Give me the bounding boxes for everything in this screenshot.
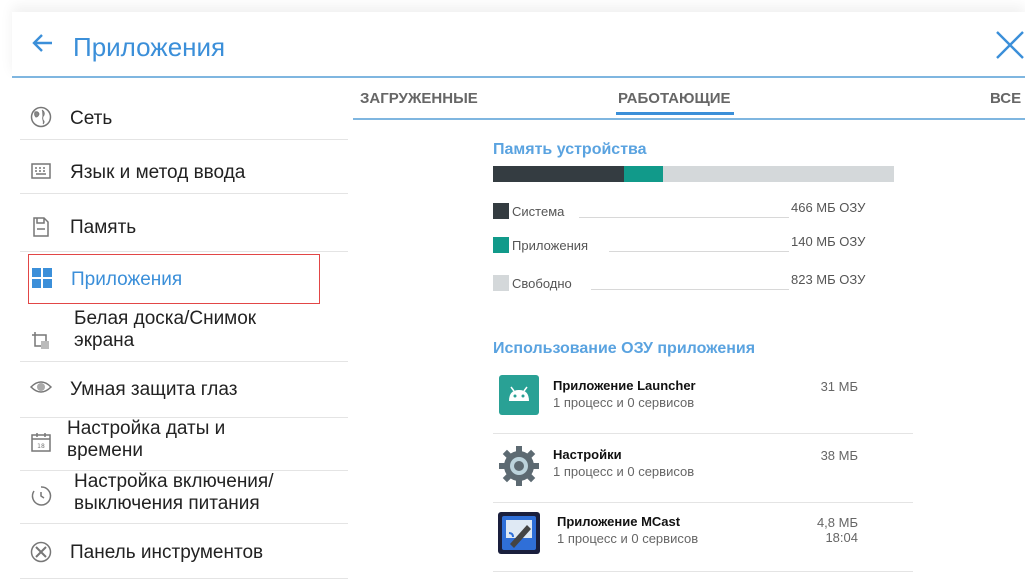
label-line-2: выключения питания <box>74 493 260 514</box>
tab-selected-indicator <box>616 112 734 115</box>
sidebar-item-whiteboard[interactable]: Белая доска/Снимок экрана <box>20 304 348 362</box>
app-size: 31 МБ <box>820 379 858 394</box>
label-line-1: Белая доска/Снимок <box>74 308 257 329</box>
app-name: Настройки <box>553 447 622 462</box>
label-line-2: экрана <box>74 330 135 351</box>
power-timer-icon <box>30 485 52 507</box>
sidebar-item-label: Белая доска/Снимок экрана <box>74 308 256 352</box>
legend-label: Свободно <box>512 276 572 291</box>
back-arrow-icon[interactable] <box>32 32 54 58</box>
legend-divider <box>579 217 789 218</box>
sidebar-item-network[interactable]: Сеть <box>20 78 348 140</box>
ram-usage-title: Использование ОЗУ приложения <box>493 340 756 357</box>
apps-grid-icon <box>31 267 53 289</box>
app-time: 18:04 <box>825 530 858 545</box>
sidebar-item-eye-care[interactable]: Умная защита глаз <box>20 362 348 418</box>
sidebar: Сеть Язык и метод ввода Память Приложени… <box>12 78 353 583</box>
tab-all[interactable]: ВСЕ <box>990 90 1021 107</box>
sidebar-item-label: Сеть <box>70 108 113 129</box>
eye-icon <box>29 376 53 398</box>
legend-value: 823 МБ ОЗУ <box>791 272 866 287</box>
app-row-settings[interactable]: Настройки 1 процесс и 0 сервисов 38 МБ <box>493 434 913 503</box>
tab-downloaded[interactable]: ЗАГРУЖЕННЫЕ <box>360 90 478 107</box>
keyboard-icon <box>30 160 52 182</box>
legend-label: Приложения <box>512 238 589 253</box>
tab-bar: ЗАГРУЖЕННЫЕ РАБОТАЮЩИЕ ВСЕ <box>353 78 1025 120</box>
app-row-mcast[interactable]: Приложение MCast 1 процесс и 0 сервисов … <box>493 503 913 572</box>
android-icon <box>497 373 541 417</box>
sidebar-item-label: Язык и метод ввода <box>70 162 246 183</box>
legend-divider <box>591 289 789 290</box>
calendar-icon: 18 <box>30 431 52 453</box>
legend-swatch <box>493 237 509 253</box>
sidebar-item-label: Приложения <box>71 269 183 290</box>
legend-value: 140 МБ ОЗУ <box>791 234 866 249</box>
memory-section-title: Память устройства <box>493 141 647 158</box>
page-title: Приложения <box>73 32 226 62</box>
label-line-1: Настройка включения/ <box>74 471 274 492</box>
app-row-launcher[interactable]: Приложение Launcher 1 процесс и 0 сервис… <box>493 365 913 434</box>
app-size: 38 МБ <box>820 448 858 463</box>
app-detail: 1 процесс и 0 сервисов <box>557 531 699 546</box>
sidebar-item-label: Память <box>70 217 137 238</box>
legend-system: Система 466 МБ ОЗУ <box>493 200 873 219</box>
memory-bar-system <box>493 166 624 182</box>
legend-value: 466 МБ ОЗУ <box>791 200 866 215</box>
sidebar-item-language[interactable]: Язык и метод ввода <box>20 140 348 194</box>
sidebar-item-power-schedule[interactable]: Настройка включения/ выключения питания <box>20 471 348 524</box>
sidebar-item-apps[interactable]: Приложения <box>28 254 320 304</box>
top-bar: Приложения <box>12 12 1025 78</box>
app-size: 4,8 МБ <box>816 515 858 530</box>
globe-icon <box>30 106 52 128</box>
sidebar-item-label: Панель инструментов <box>70 542 264 563</box>
sidebar-item-toolbar[interactable]: Панель инструментов <box>20 524 348 579</box>
sidebar-item-label: Умная защита глаз <box>70 379 238 400</box>
sidebar-item-label: Настройка включения/ выключения питания <box>74 471 274 515</box>
settings-gear-icon <box>497 444 541 488</box>
memory-bar <box>493 166 894 182</box>
app-detail: 1 процесс и 0 сервисов <box>553 395 695 410</box>
legend-free: Свободно 823 МБ ОЗУ <box>493 272 873 291</box>
app-detail: 1 процесс и 0 сервисов <box>553 464 695 479</box>
sidebar-item-datetime[interactable]: 18 Настройка даты и времени <box>20 418 348 471</box>
legend-label: Система <box>512 204 565 219</box>
close-icon[interactable] <box>991 26 1025 64</box>
crop-icon <box>30 330 52 352</box>
app-name: Приложение MCast <box>557 514 681 529</box>
label-line-2: времени <box>67 440 143 461</box>
legend-divider <box>609 251 789 252</box>
tools-icon <box>30 541 52 563</box>
mcast-icon <box>497 511 541 555</box>
sidebar-item-memory[interactable]: Память <box>20 194 348 252</box>
legend-swatch <box>493 203 509 219</box>
sd-card-icon <box>30 216 52 238</box>
tab-running[interactable]: РАБОТАЮЩИЕ <box>618 90 731 107</box>
label-line-1: Настройка даты и <box>67 418 226 439</box>
sidebar-item-label: Настройка даты и времени <box>67 418 225 462</box>
content-panel: ЗАГРУЖЕННЫЕ РАБОТАЮЩИЕ ВСЕ Память устрой… <box>353 78 1025 583</box>
memory-bar-apps <box>623 166 664 182</box>
app-name: Приложение Launcher <box>553 378 696 393</box>
legend-swatch <box>493 275 509 291</box>
legend-apps: Приложения 140 МБ ОЗУ <box>493 234 873 253</box>
svg-text:18: 18 <box>37 443 45 450</box>
